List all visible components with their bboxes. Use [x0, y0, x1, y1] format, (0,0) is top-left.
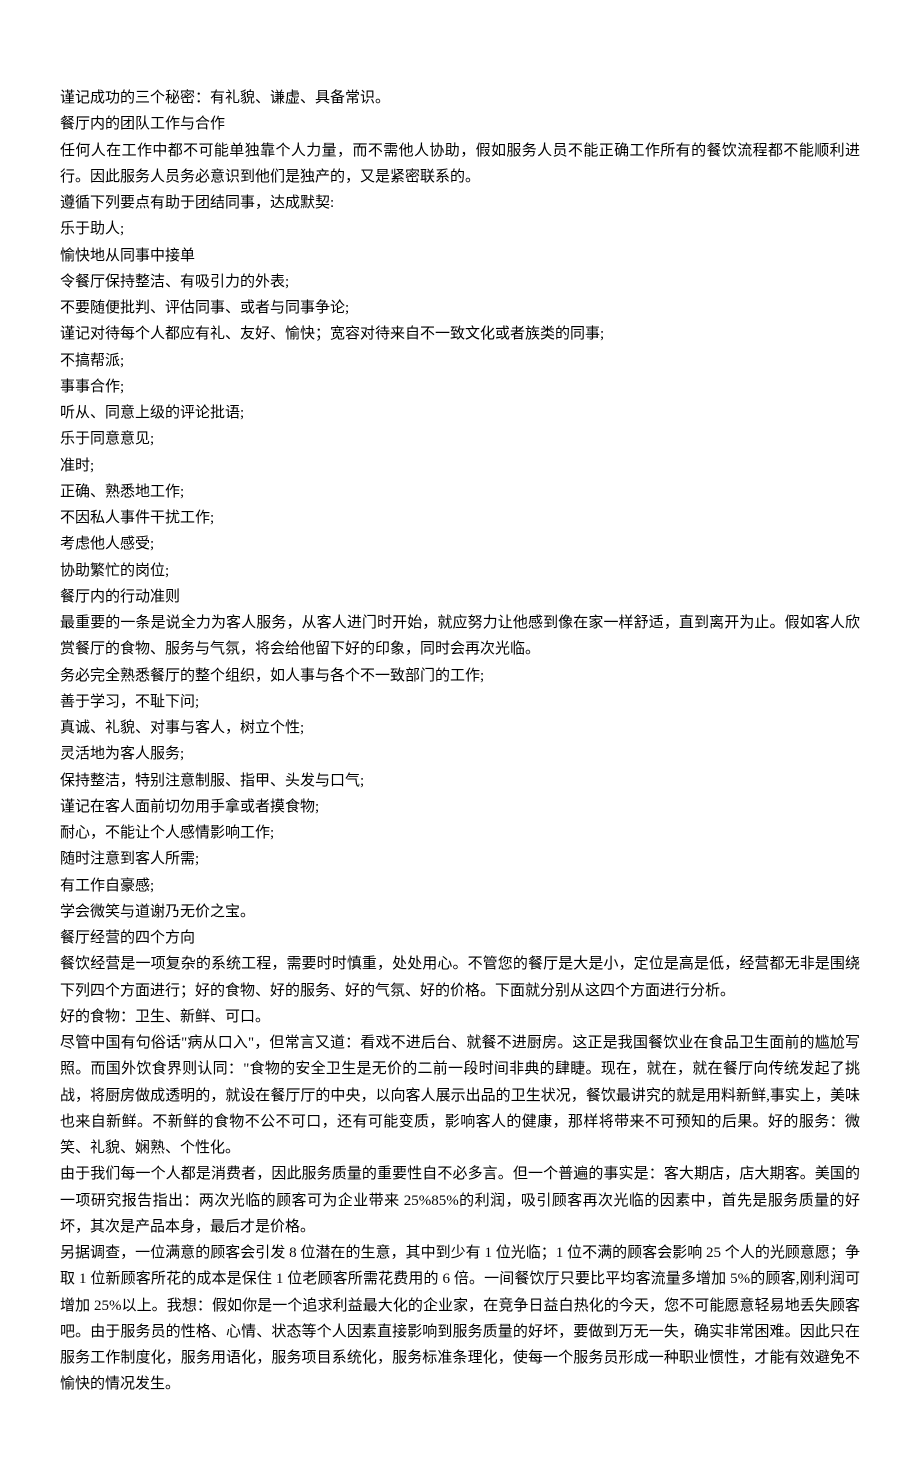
text-line: 不因私人事件干扰工作;	[60, 505, 860, 531]
text-line: 乐于同意意见;	[60, 426, 860, 452]
text-line: 乐于助人;	[60, 216, 860, 242]
text-line: 另据调查，一位满意的顾客会引发 8 位潜在的生意，其中到少有 1 位光临；1 位…	[60, 1240, 860, 1398]
text-line: 谨记成功的三个秘密：有礼貌、谦虚、具备常识。	[60, 85, 860, 111]
text-line: 令餐厅保持整洁、有吸引力的外表;	[60, 269, 860, 295]
document-body: 谨记成功的三个秘密：有礼貌、谦虚、具备常识。 餐厅内的团队工作与合作 任何人在工…	[60, 85, 860, 1398]
text-line: 不搞帮派;	[60, 348, 860, 374]
text-line: 有工作自豪感;	[60, 873, 860, 899]
text-line: 学会微笑与道谢乃无价之宝。	[60, 899, 860, 925]
text-line: 最重要的一条是说全力为客人服务，从客人进门时开始，就应努力让他感到像在家一样舒适…	[60, 610, 860, 663]
text-line: 事事合作;	[60, 374, 860, 400]
text-line: 真诚、礼貌、对事与客人，树立个性;	[60, 715, 860, 741]
text-line: 餐厅内的团队工作与合作	[60, 111, 860, 137]
text-line: 遵循下列要点有助于团结同事，达成默契:	[60, 190, 860, 216]
text-line: 耐心，不能让个人感情影响工作;	[60, 820, 860, 846]
text-line: 保持整洁，特别注意制服、指甲、头发与口气;	[60, 768, 860, 794]
text-line: 善于学习，不耻下问;	[60, 689, 860, 715]
text-line: 由于我们每一个人都是消费者，因此服务质量的重要性自不必多言。但一个普遍的事实是：…	[60, 1161, 860, 1240]
text-line: 协助繁忙的岗位;	[60, 558, 860, 584]
text-line: 不要随便批判、评估同事、或者与同事争论;	[60, 295, 860, 321]
text-line: 正确、熟悉地工作;	[60, 479, 860, 505]
text-line: 任何人在工作中都不可能单独靠个人力量，而不需他人协助，假如服务人员不能正确工作所…	[60, 138, 860, 191]
text-line: 准时;	[60, 453, 860, 479]
text-line: 餐厅内的行动准则	[60, 584, 860, 610]
text-line: 愉快地从同事中接单	[60, 243, 860, 269]
text-line: 谨记对待每个人都应有礼、友好、愉快；宽容对待来自不一致文化或者族类的同事;	[60, 321, 860, 347]
text-line: 务必完全熟悉餐厅的整个组织，如人事与各个不一致部门的工作;	[60, 663, 860, 689]
text-line: 尽管中国有句俗话"病从口入"，但常言又道：看戏不进后台、就餐不进厨房。这正是我国…	[60, 1030, 860, 1161]
text-line: 谨记在客人面前切勿用手拿或者摸食物;	[60, 794, 860, 820]
text-line: 餐饮经营是一项复杂的系统工程，需要时时慎重，处处用心。不管您的餐厅是大是小，定位…	[60, 951, 860, 1004]
text-line: 好的食物：卫生、新鲜、可口。	[60, 1004, 860, 1030]
text-line: 随时注意到客人所需;	[60, 846, 860, 872]
text-line: 灵活地为客人服务;	[60, 741, 860, 767]
text-line: 考虑他人感受;	[60, 531, 860, 557]
text-line: 听从、同意上级的评论批语;	[60, 400, 860, 426]
text-line: 餐厅经营的四个方向	[60, 925, 860, 951]
